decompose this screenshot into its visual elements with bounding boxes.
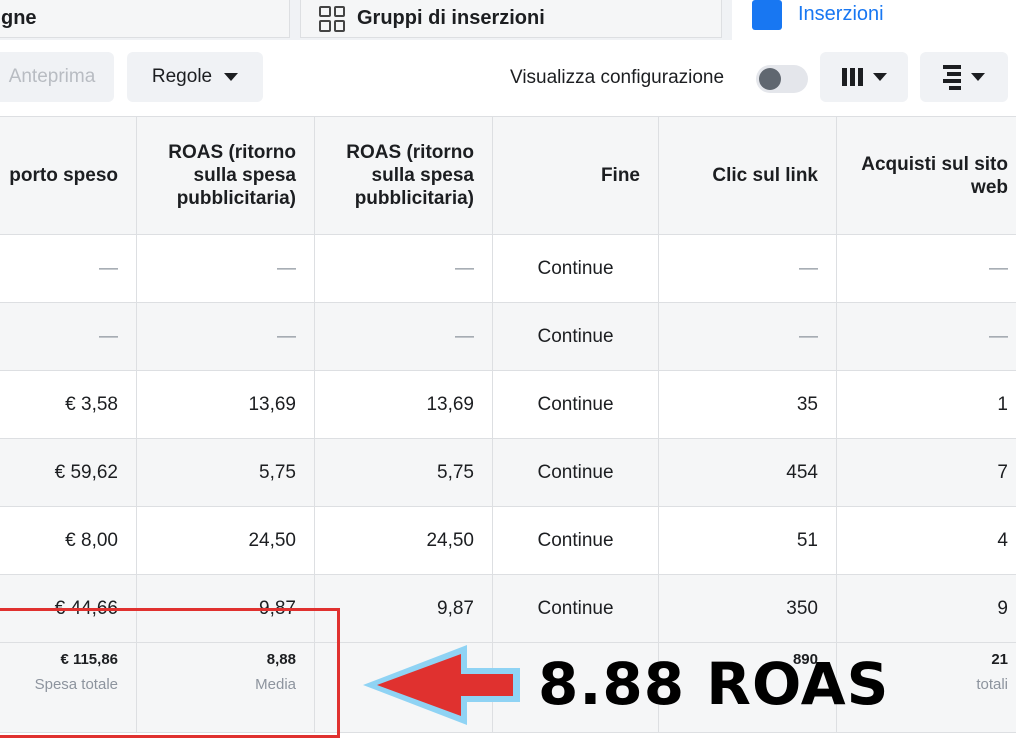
view-config-label: Visualizza configurazione — [510, 67, 724, 89]
cell-roas: — — [315, 303, 493, 371]
tab-ad-sets-label: Gruppi di inserzioni — [357, 7, 545, 30]
tab-ads[interactable]: Inserzioni — [732, 0, 1016, 40]
cell-end: Continue — [493, 439, 659, 507]
rules-button-label: Regole — [152, 66, 212, 88]
tab-campaigns[interactable]: gne — [0, 0, 290, 38]
toolbar: Anteprima Regole Visualizza configurazio… — [0, 40, 1016, 116]
cell-roas: 24,50 — [137, 507, 315, 575]
column-header-end[interactable]: Fine — [493, 117, 659, 235]
roas-annotation-text: 8.88 ROAS — [538, 650, 889, 718]
cell-link-clicks: 454 — [659, 439, 837, 507]
cell-roas: — — [315, 235, 493, 303]
cell-roas: 9,87 — [315, 575, 493, 643]
cell-roas: 5,75 — [315, 439, 493, 507]
rules-button[interactable]: Regole — [127, 52, 263, 102]
cell-purchases: — — [837, 235, 1016, 303]
column-header-roas[interactable]: ROAS (ritorno sulla spesa pubblicitaria) — [137, 117, 315, 235]
preview-button-label: Anteprima — [9, 66, 96, 88]
cell-amount-spent: € 8,00 — [0, 507, 137, 575]
column-header-purchases[interactable]: Acquisti sul sito web — [837, 117, 1016, 235]
view-config-toggle[interactable] — [756, 65, 808, 93]
breakdown-button[interactable] — [920, 52, 1008, 102]
chevron-down-icon — [224, 73, 238, 81]
cell-roas: 13,69 — [315, 371, 493, 439]
chevron-down-icon — [971, 73, 985, 81]
table-row: € 3,58 13,69 13,69 Continue 35 1 — [0, 371, 1016, 439]
cell-amount-spent: — — [0, 303, 137, 371]
cell-link-clicks: 51 — [659, 507, 837, 575]
tab-ad-sets[interactable]: Gruppi di inserzioni — [300, 0, 722, 38]
table-row: € 8,00 24,50 24,50 Continue 51 4 — [0, 507, 1016, 575]
columns-icon — [842, 68, 863, 86]
cell-link-clicks: — — [659, 303, 837, 371]
cell-purchases: 4 — [837, 507, 1016, 575]
columns-button[interactable] — [820, 52, 908, 102]
table-header-row: porto speso ROAS (ritorno sulla spesa pu… — [0, 117, 1016, 235]
cell-link-clicks: 350 — [659, 575, 837, 643]
cell-purchases: 1 — [837, 371, 1016, 439]
highlight-box — [0, 608, 340, 738]
cell-roas: — — [137, 235, 315, 303]
table-row: — — — Continue — — — [0, 235, 1016, 303]
cell-purchases: — — [837, 303, 1016, 371]
preview-button[interactable]: Anteprima — [0, 52, 114, 102]
cell-amount-spent: — — [0, 235, 137, 303]
cell-purchases: 7 — [837, 439, 1016, 507]
column-header-amount-spent[interactable]: porto speso — [0, 117, 137, 235]
cell-purchases: 9 — [837, 575, 1016, 643]
table-row: — — — Continue — — — [0, 303, 1016, 371]
cell-end: Continue — [493, 235, 659, 303]
cell-amount-spent: € 3,58 — [0, 371, 137, 439]
table-row: € 59,62 5,75 5,75 Continue 454 7 — [0, 439, 1016, 507]
ads-icon — [752, 0, 782, 30]
cell-link-clicks: — — [659, 235, 837, 303]
cell-end: Continue — [493, 371, 659, 439]
cell-link-clicks: 35 — [659, 371, 837, 439]
tab-ads-label: Inserzioni — [798, 3, 884, 26]
cell-amount-spent: € 59,62 — [0, 439, 137, 507]
cell-end: Continue — [493, 507, 659, 575]
breakdown-icon — [943, 65, 961, 90]
cell-roas: — — [137, 303, 315, 371]
column-header-link-clicks[interactable]: Clic sul link — [659, 117, 837, 235]
ad-sets-grid-icon — [319, 6, 345, 32]
chevron-down-icon — [873, 73, 887, 81]
column-header-roas[interactable]: ROAS (ritorno sulla spesa pubblicitaria) — [315, 117, 493, 235]
red-arrow-icon — [355, 640, 525, 730]
tab-campaigns-label: gne — [1, 7, 37, 30]
cell-roas: 24,50 — [315, 507, 493, 575]
cell-end: Continue — [493, 303, 659, 371]
cell-end: Continue — [493, 575, 659, 643]
cell-roas: 5,75 — [137, 439, 315, 507]
cell-roas: 13,69 — [137, 371, 315, 439]
level-tabs: gne Gruppi di inserzioni Inserzioni — [0, 0, 1016, 40]
